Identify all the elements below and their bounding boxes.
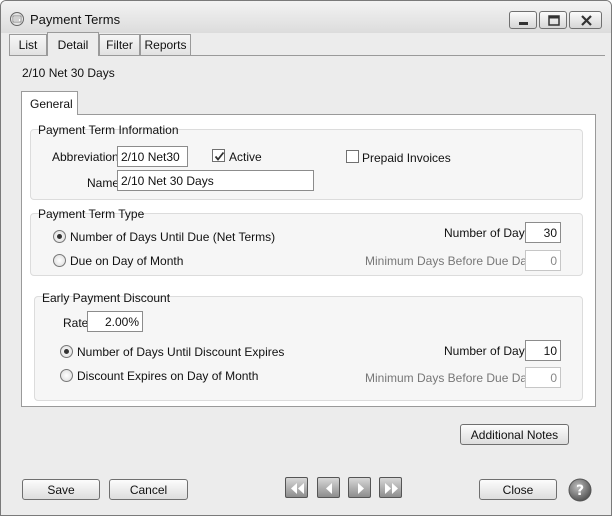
term-min-days-label: Minimum Days Before Due Date [365,254,538,268]
last-record-icon [385,483,398,494]
due-day-of-month-radio[interactable] [53,254,66,267]
window-title: Payment Terms [30,12,121,27]
tab-detail[interactable]: Detail [47,32,99,56]
previous-record-icon [326,483,332,494]
payment-term-type-title: Payment Term Type [38,207,145,221]
next-record-icon [358,483,364,494]
due-day-of-month-label: Due on Day of Month [70,254,184,268]
tab-list[interactable]: List [9,34,47,55]
help-icon[interactable]: ? [568,478,592,502]
net-terms-label: Number of Days Until Due (Net Terms) [70,230,276,244]
previous-record-button[interactable] [317,477,340,498]
active-checkbox[interactable] [212,149,225,162]
first-record-icon [291,483,304,494]
tab-general[interactable]: General [21,91,78,115]
name-input[interactable]: 2/10 Net 30 Days [117,170,314,191]
discount-day-of-month-label: Discount Expires on Day of Month [77,369,259,383]
next-record-button[interactable] [348,477,371,498]
abbreviation-label: Abbreviation [52,150,119,164]
term-days-input[interactable]: 30 [525,222,561,243]
restore-icon [548,15,560,26]
checkmark-icon [214,151,225,161]
abbreviation-input[interactable]: 2/10 Net30 [117,146,188,167]
minimize-button[interactable] [509,11,537,29]
net-terms-radio[interactable] [53,230,66,243]
term-min-days-input[interactable]: 0 [525,250,561,271]
last-record-button[interactable] [379,477,402,498]
early-payment-discount-title: Early Payment Discount [42,291,171,305]
payment-terms-window: Payment Terms List Detail Filter Reports… [0,0,612,516]
discount-days-label: Number of Days Until Discount Expires [77,345,285,359]
tab-filter[interactable]: Filter [99,34,140,55]
name-label: Name [87,176,120,190]
active-label: Active [229,150,262,164]
rate-input[interactable]: 2.00% [87,311,143,332]
svg-text:?: ? [576,483,584,499]
title-bar[interactable]: Payment Terms [1,1,611,33]
general-panel: Payment Term Information Abbreviation 2/… [21,114,596,407]
term-days-label: Number of Days [444,226,531,240]
close-button[interactable]: Close [479,479,557,500]
app-icon [10,12,24,26]
prepaid-invoices-label: Prepaid Invoices [362,151,451,165]
additional-notes-button[interactable]: Additional Notes [460,424,569,445]
rate-label: Rate [63,316,89,330]
minimize-icon [519,22,528,25]
cancel-button[interactable]: Cancel [109,479,188,500]
prepaid-invoices-checkbox[interactable] [346,150,359,163]
discount-min-days-label: Minimum Days Before Due Date [365,371,538,385]
discount-min-days-input[interactable]: 0 [525,367,561,388]
tab-reports[interactable]: Reports [140,34,191,55]
close-icon [581,15,592,26]
first-record-button[interactable] [285,477,308,498]
save-button[interactable]: Save [22,479,100,500]
close-window-button[interactable] [569,11,602,29]
record-title: 2/10 Net 30 Days [22,66,115,80]
discount-days-radio[interactable] [60,345,73,358]
payment-term-information-title: Payment Term Information [38,123,179,137]
discount-number-days-input[interactable]: 10 [525,340,561,361]
maximize-button[interactable] [539,11,567,29]
discount-number-days-label: Number of Days [444,344,531,358]
discount-day-of-month-radio[interactable] [60,369,73,382]
